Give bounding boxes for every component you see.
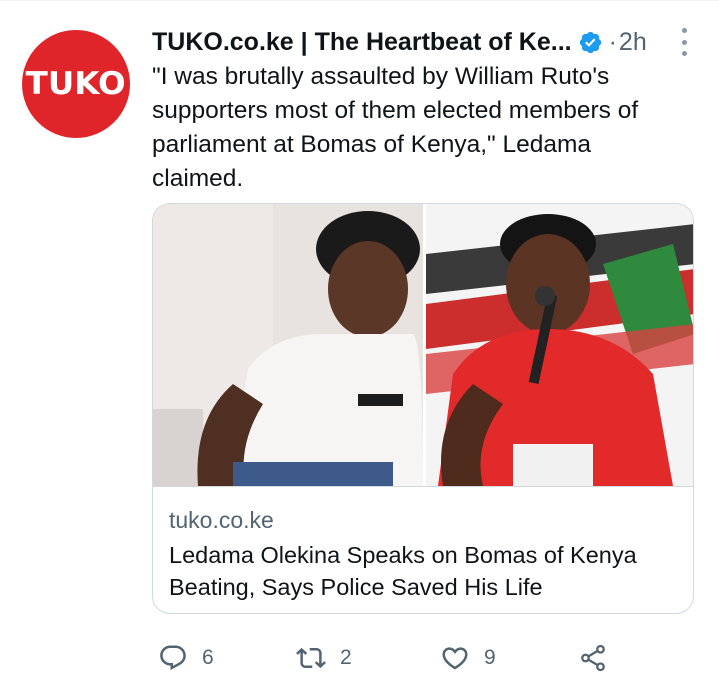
separator-dot: ·: [608, 27, 617, 56]
divider: [0, 0, 719, 1]
avatar-logo-text: TUKO: [25, 66, 127, 102]
tweet-text: "I was brutally assaulted by William Rut…: [152, 63, 639, 192]
share-button[interactable]: [578, 641, 608, 675]
more-options-icon[interactable]: [679, 28, 689, 56]
card-image: [153, 204, 693, 486]
like-icon: [442, 647, 468, 670]
avatar[interactable]: TUKO: [22, 30, 130, 138]
verified-badge-icon: [579, 31, 601, 53]
timestamp[interactable]: 2h: [619, 28, 647, 57]
tweet-header: TUKO.co.ke | The Heartbeat of Ke... · 2h: [152, 26, 697, 58]
like-button[interactable]: 9: [440, 641, 496, 675]
action-bar: 6 2 9: [158, 641, 628, 675]
retweet-icon: [296, 647, 326, 669]
share-icon: [581, 644, 605, 672]
card-info[interactable]: tuko.co.ke Ledama Olekina Speaks on Boma…: [153, 486, 693, 613]
reply-button[interactable]: 6: [158, 641, 214, 675]
link-card[interactable]: tuko.co.ke Ledama Olekina Speaks on Boma…: [152, 203, 694, 614]
reply-icon: [160, 645, 186, 671]
card-domain: tuko.co.ke: [169, 507, 274, 533]
retweet-count: 2: [340, 646, 352, 669]
author-name[interactable]: TUKO.co.ke | The Heartbeat of Ke...: [152, 28, 572, 57]
card-title: Ledama Olekina Speaks on Bomas of Kenya …: [169, 542, 637, 600]
like-count: 9: [484, 646, 496, 669]
retweet-button[interactable]: 2: [296, 641, 352, 675]
reply-count: 6: [202, 646, 214, 669]
